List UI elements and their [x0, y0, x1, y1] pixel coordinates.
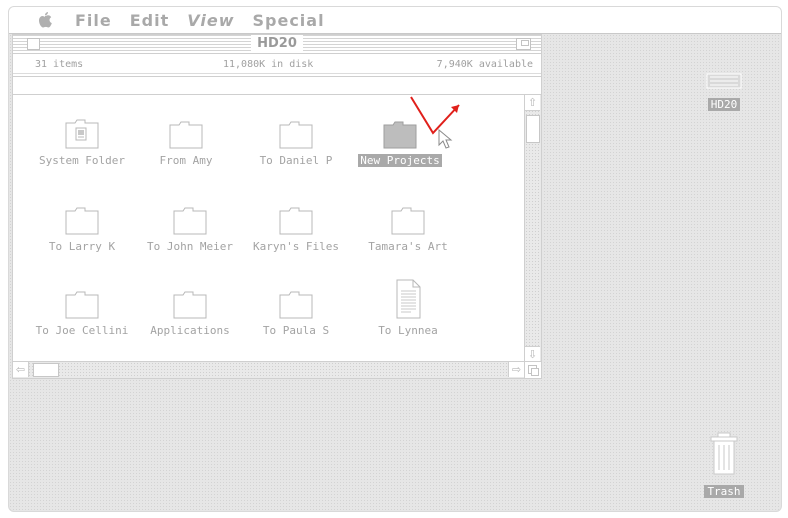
icon-label: From Amy — [159, 154, 213, 167]
icon-label: To Daniel P — [259, 154, 333, 167]
folder-icon — [279, 207, 313, 235]
icon-label: To Lynnea — [378, 324, 438, 337]
menu-special[interactable]: Special — [252, 11, 324, 30]
window-title-bar[interactable]: HD20 — [13, 35, 541, 54]
icon-label: Karyn's Files — [252, 240, 340, 253]
info-divider — [13, 73, 541, 74]
trash-icon — [710, 432, 738, 475]
folder-icon — [391, 207, 425, 235]
folder-icon — [173, 207, 207, 235]
icon-label: Applications — [150, 324, 230, 337]
desktop-disk-hd20[interactable]: HD20 — [689, 73, 759, 112]
icon-to-lynnea[interactable]: To Lynnea — [353, 279, 463, 338]
window-info-bar: 31 items 11,080K in disk 7,940K availabl… — [13, 54, 541, 77]
icon-to-daniel-p[interactable]: To Daniel P — [241, 119, 351, 168]
hard-disk-icon — [706, 73, 742, 89]
system-folder-icon — [65, 119, 99, 149]
icon-applications[interactable]: Applications — [135, 289, 245, 338]
scroll-down-arrow-icon[interactable]: ⇩ — [525, 346, 540, 362]
folder-icon — [279, 121, 313, 149]
folder-icon — [173, 291, 207, 319]
apple-menu-icon[interactable] — [37, 11, 53, 29]
folder-icon — [65, 207, 99, 235]
window-title: HD20 — [251, 35, 303, 53]
pointer-cursor-icon — [438, 129, 453, 149]
desktop-trash[interactable]: Trash — [689, 432, 759, 499]
window-content: System Folder From Amy To Daniel P New P… — [13, 94, 524, 361]
zoom-box[interactable] — [516, 38, 531, 50]
icon-label: To Paula S — [262, 324, 330, 337]
icon-to-joe-cellini[interactable]: To Joe Cellini — [27, 289, 137, 338]
icon-to-paula-s[interactable]: To Paula S — [241, 289, 351, 338]
disk-label: HD20 — [707, 98, 741, 111]
desktop: File Edit View Special HD20 31 items 11,… — [8, 6, 782, 512]
menu-file[interactable]: File — [75, 11, 112, 30]
trash-label: Trash — [704, 485, 744, 498]
icon-label: To Larry K — [48, 240, 116, 253]
icon-karyns-files[interactable]: Karyn's Files — [241, 205, 351, 254]
scroll-left-arrow-icon[interactable]: ⇦ — [13, 362, 29, 377]
document-icon — [396, 279, 421, 319]
icon-label: To John Meier — [146, 240, 234, 253]
menu-edit[interactable]: Edit — [130, 11, 170, 30]
icon-system-folder[interactable]: System Folder — [27, 119, 137, 168]
menu-view[interactable]: View — [187, 11, 234, 30]
icon-tamaras-art[interactable]: Tamara's Art — [353, 205, 463, 254]
folder-icon — [279, 291, 313, 319]
icon-label: To Joe Cellini — [35, 324, 129, 337]
icon-from-amy[interactable]: From Amy — [131, 119, 241, 168]
close-box[interactable] — [27, 38, 40, 50]
horizontal-scrollbar[interactable]: ⇦ ⇨ — [13, 361, 524, 378]
scroll-up-arrow-icon[interactable]: ⇧ — [525, 95, 540, 111]
icon-label: System Folder — [38, 154, 126, 167]
icon-to-larry-k[interactable]: To Larry K — [27, 205, 137, 254]
horizontal-scroll-thumb[interactable] — [33, 363, 59, 377]
icon-label: New Projects — [358, 154, 442, 167]
finder-window[interactable]: HD20 31 items 11,080K in disk 7,940K ava… — [12, 34, 542, 379]
icon-label: Tamara's Art — [368, 240, 448, 253]
vertical-scroll-thumb[interactable] — [526, 115, 540, 143]
folder-icon — [169, 121, 203, 149]
grow-box[interactable] — [524, 361, 541, 378]
menu-bar: File Edit View Special — [9, 7, 781, 34]
vertical-scrollbar[interactable]: ⇧ ⇩ — [524, 94, 541, 362]
icon-to-john-meier[interactable]: To John Meier — [135, 205, 245, 254]
scroll-right-arrow-icon[interactable]: ⇨ — [508, 362, 524, 377]
folder-icon — [65, 291, 99, 319]
